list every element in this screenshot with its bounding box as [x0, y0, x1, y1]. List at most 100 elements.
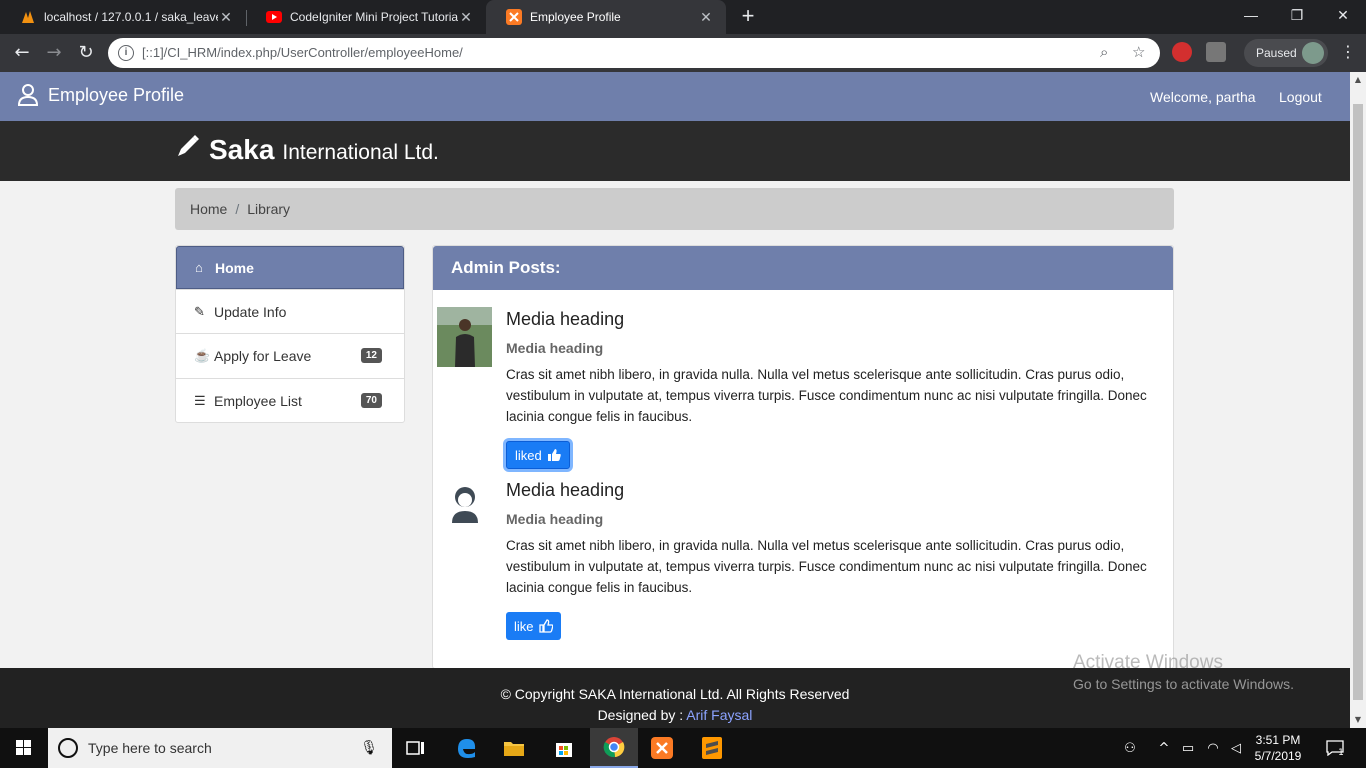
- minimize-button[interactable]: —: [1228, 0, 1274, 30]
- restore-button[interactable]: ❐: [1274, 0, 1320, 30]
- adblock-extension-icon[interactable]: [1172, 42, 1192, 62]
- windows-activation-watermark: Activate Windows Go to Settings to activ…: [1073, 652, 1294, 692]
- close-tab-icon[interactable]: ✕: [458, 9, 474, 26]
- breadcrumb-home[interactable]: Home: [190, 201, 227, 217]
- welcome-link[interactable]: Welcome, partha: [1150, 89, 1256, 105]
- close-tab-icon[interactable]: ✕: [218, 9, 234, 26]
- post-heading: Media heading: [506, 309, 625, 329]
- liked-button[interactable]: liked: [506, 441, 570, 469]
- sidebar-item-apply-leave[interactable]: ☕ Apply for Leave 12: [176, 333, 404, 378]
- like-button[interactable]: like: [506, 612, 561, 640]
- top-navbar: Employee Profile Welcome, partha Logout: [0, 72, 1350, 121]
- start-button[interactable]: [0, 728, 48, 768]
- post-text: Cras sit amet nibh libero, in gravida nu…: [506, 538, 1147, 595]
- page-viewport: Employee Profile Welcome, partha Logout …: [0, 72, 1350, 728]
- sidebar-item-employee-list[interactable]: ☰ Employee List 70: [176, 378, 404, 422]
- post-heading: Media heading: [506, 480, 625, 500]
- menu-icon[interactable]: ⋮: [1338, 42, 1358, 61]
- breadcrumb: Home / Library: [175, 188, 1174, 230]
- back-button[interactable]: ←: [10, 41, 34, 65]
- home-icon: ⌂: [195, 260, 203, 275]
- taskbar-search-placeholder: Type here to search: [88, 740, 212, 756]
- xampp-icon: [506, 9, 522, 25]
- footer-author-link[interactable]: Arif Faysal: [686, 707, 752, 723]
- post-subheading: Media heading: [506, 511, 604, 527]
- browser-tab-bar: localhost / 127.0.0.1 / saka_leave ✕ Cod…: [0, 0, 1366, 34]
- tab-youtube[interactable]: CodeIgniter Mini Project Tutorial ✕: [246, 0, 486, 34]
- admin-posts-panel: Admin Posts: Media heading Media heading…: [432, 245, 1174, 669]
- sidebar-item-home[interactable]: ⌂ Home: [176, 246, 404, 289]
- store-button[interactable]: [540, 728, 588, 768]
- show-hidden-icons[interactable]: ^: [1154, 728, 1174, 768]
- url-text[interactable]: [::1]/CI_HRM/index.php/UserController/em…: [142, 45, 463, 60]
- clock-time: 3:51 PM: [1255, 733, 1301, 747]
- logout-link[interactable]: Logout: [1279, 89, 1322, 105]
- extension-off-icon[interactable]: [1206, 42, 1226, 62]
- profile-status: Paused: [1256, 46, 1297, 60]
- volume-icon[interactable]: ◁: [1226, 728, 1246, 768]
- profile-button[interactable]: Paused: [1244, 39, 1328, 67]
- battery-icon[interactable]: ▭: [1178, 728, 1198, 768]
- new-tab-button[interactable]: +: [736, 5, 760, 29]
- store-icon: [556, 743, 572, 757]
- wifi-icon[interactable]: ◠: [1202, 728, 1224, 768]
- xampp-icon: [651, 737, 673, 759]
- tab-employee-profile[interactable]: Employee Profile ✕: [486, 0, 726, 34]
- pen-icon: ✎: [194, 303, 205, 319]
- reload-button[interactable]: ↻: [74, 41, 98, 65]
- pen-icon: [178, 135, 199, 156]
- sidebar-item-update-info[interactable]: ✎ Update Info: [176, 289, 404, 333]
- post-text: Cras sit amet nibh libero, in gravida nu…: [506, 367, 1147, 424]
- panel-title: Admin Posts:: [433, 246, 1173, 290]
- xampp-button[interactable]: [638, 728, 686, 768]
- company-banner: Saka International Ltd.: [0, 121, 1350, 181]
- sublime-text-button[interactable]: [688, 728, 736, 768]
- microphone-icon[interactable]: 🎙: [360, 739, 378, 756]
- forward-button[interactable]: →: [42, 41, 66, 65]
- sidebar-item-label: Apply for Leave: [214, 348, 312, 364]
- close-window-button[interactable]: ✕: [1320, 0, 1366, 30]
- zoom-search-icon[interactable]: ⌕: [1100, 43, 1108, 61]
- thumbs-up-icon: [538, 619, 553, 633]
- post-item: Media heading Media heading Cras sit ame…: [437, 307, 1167, 477]
- site-info-icon[interactable]: i: [118, 45, 134, 61]
- sublime-text-icon: [702, 737, 722, 759]
- user-icon: [18, 84, 38, 106]
- bookmark-star-icon[interactable]: ☆: [1132, 43, 1145, 61]
- scroll-down-arrow[interactable]: ▼: [1350, 712, 1366, 728]
- chrome-button[interactable]: [590, 728, 638, 768]
- action-center-icon[interactable]: 1: [1320, 728, 1350, 768]
- cortana-icon: [58, 738, 78, 758]
- browser-toolbar: ← → ↻ i [::1]/CI_HRM/index.php/UserContr…: [0, 34, 1366, 72]
- taskbar-clock[interactable]: 3:51 PM 5/7/2019: [1252, 732, 1304, 764]
- file-explorer-button[interactable]: [490, 728, 538, 768]
- list-icon: ☰: [194, 392, 206, 408]
- employee-count-badge: 70: [360, 393, 382, 408]
- post-author-avatar: [437, 478, 492, 538]
- notification-count: 1: [1338, 748, 1344, 758]
- clock-date: 5/7/2019: [1254, 749, 1302, 763]
- people-icon[interactable]: ⚇: [1118, 728, 1142, 768]
- post-subheading: Media heading: [506, 340, 604, 356]
- sidebar-item-label: Home: [215, 259, 254, 276]
- task-view-button[interactable]: [392, 728, 440, 768]
- breadcrumb-library: Library: [247, 201, 291, 217]
- windows-logo-icon: [16, 740, 31, 755]
- edge-button[interactable]: [442, 728, 490, 768]
- windows-taskbar: Type here to search 🎙 ⚇ ^ ▭ ◠ ◁ 3:51 PM …: [0, 728, 1366, 768]
- post-author-photo: [437, 307, 492, 367]
- taskbar-search[interactable]: Type here to search 🎙: [48, 728, 392, 768]
- scrollbar-thumb[interactable]: [1353, 104, 1363, 700]
- navbar-brand[interactable]: Employee Profile: [18, 84, 184, 106]
- scroll-up-arrow[interactable]: ▲: [1350, 72, 1366, 88]
- like-button-label: liked: [515, 447, 542, 463]
- footer-designed-by: Designed by :: [597, 707, 684, 723]
- sidebar-item-label: Employee List: [214, 392, 302, 409]
- company-name: Saka International Ltd.: [175, 133, 439, 166]
- page-scrollbar[interactable]: ▲ ▼: [1350, 72, 1366, 728]
- address-bar[interactable]: i [::1]/CI_HRM/index.php/UserController/…: [108, 38, 1160, 68]
- breadcrumb-separator: /: [235, 201, 240, 217]
- close-tab-icon[interactable]: ✕: [698, 9, 714, 26]
- tab-phpmyadmin[interactable]: localhost / 127.0.0.1 / saka_leave ✕: [0, 0, 246, 34]
- tab-title: CodeIgniter Mini Project Tutorial: [290, 10, 458, 24]
